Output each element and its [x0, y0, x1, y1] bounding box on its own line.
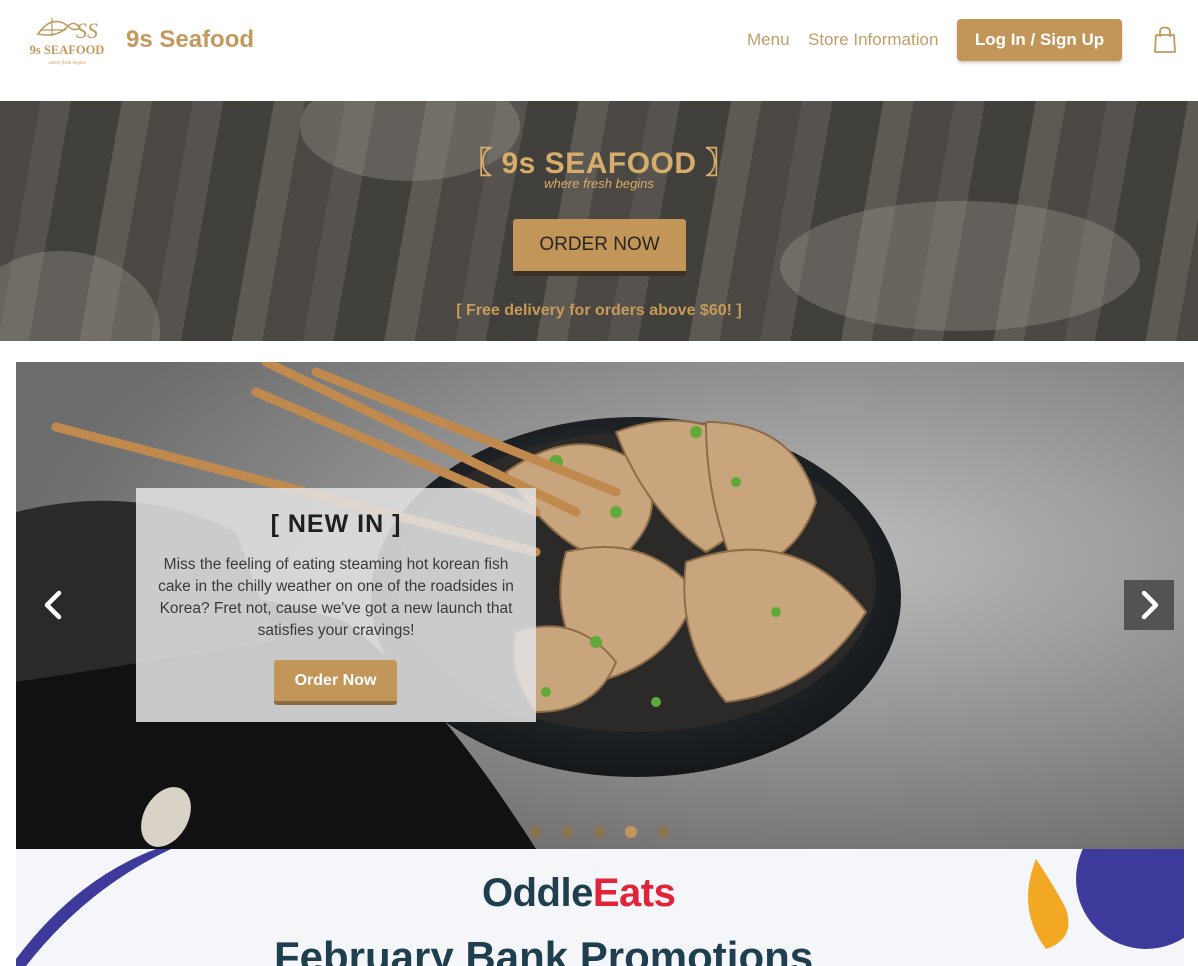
oddle-wordmark-part1: Oddle	[482, 871, 593, 915]
logo-text: 9s SEAFOOD	[30, 43, 105, 57]
oddle-wordmark-part2: Eats	[592, 871, 676, 915]
slide-title: [ NEW IN ]	[270, 510, 402, 538]
promo-carousel: [ NEW IN ] Miss the feeling of eating st…	[16, 362, 1184, 849]
nav-store-information-link[interactable]: Store Information	[808, 30, 938, 50]
carousel-dot[interactable]	[593, 826, 605, 838]
oddle-promo-banner[interactable]: OddleEats February Bank Promotions	[16, 849, 1184, 966]
brand-logo[interactable]: SS 9s SEAFOOD where fresh begins	[22, 8, 112, 70]
fish-logo-icon: SS 9s SEAFOOD where fresh begins	[30, 18, 105, 66]
chevron-right-icon[interactable]	[1124, 580, 1174, 630]
carousel-dot[interactable]	[561, 826, 573, 838]
logo-tagline: where fresh begins	[48, 61, 85, 66]
carousel-pagination	[529, 826, 679, 840]
brand-name[interactable]: 9s Seafood	[126, 26, 254, 54]
chevron-left-icon[interactable]	[36, 580, 70, 630]
slide-description: Miss the feeling of eating steaming hot …	[158, 556, 514, 639]
login-signup-button[interactable]: Log In / Sign Up	[957, 19, 1122, 61]
order-now-button[interactable]: ORDER NOW	[513, 219, 686, 276]
carousel-dot[interactable]	[529, 826, 541, 838]
oddle-eats-wordmark: OddleEats	[482, 871, 676, 916]
carousel-dot-active[interactable]	[625, 826, 637, 838]
hero-tagline: where fresh begins	[544, 176, 654, 191]
banner-heading: February Bank Promotions	[274, 933, 814, 966]
carousel-dot[interactable]	[657, 826, 669, 838]
free-delivery-note: [ Free delivery for orders above $60! ]	[456, 302, 742, 319]
nav-menu-link[interactable]: Menu	[747, 30, 790, 50]
shopping-bag-icon[interactable]	[1153, 26, 1177, 54]
site-header: SS 9s SEAFOOD where fresh begins 9s Seaf…	[0, 0, 1198, 101]
hero-banner: 〖 9s SEAFOOD 〗 where fresh begins ORDER …	[0, 101, 1198, 341]
new-in-card: [ NEW IN ] Miss the feeling of eating st…	[136, 488, 536, 722]
svg-text:SS: SS	[76, 18, 98, 43]
slide-order-now-button[interactable]: Order Now	[274, 660, 397, 705]
